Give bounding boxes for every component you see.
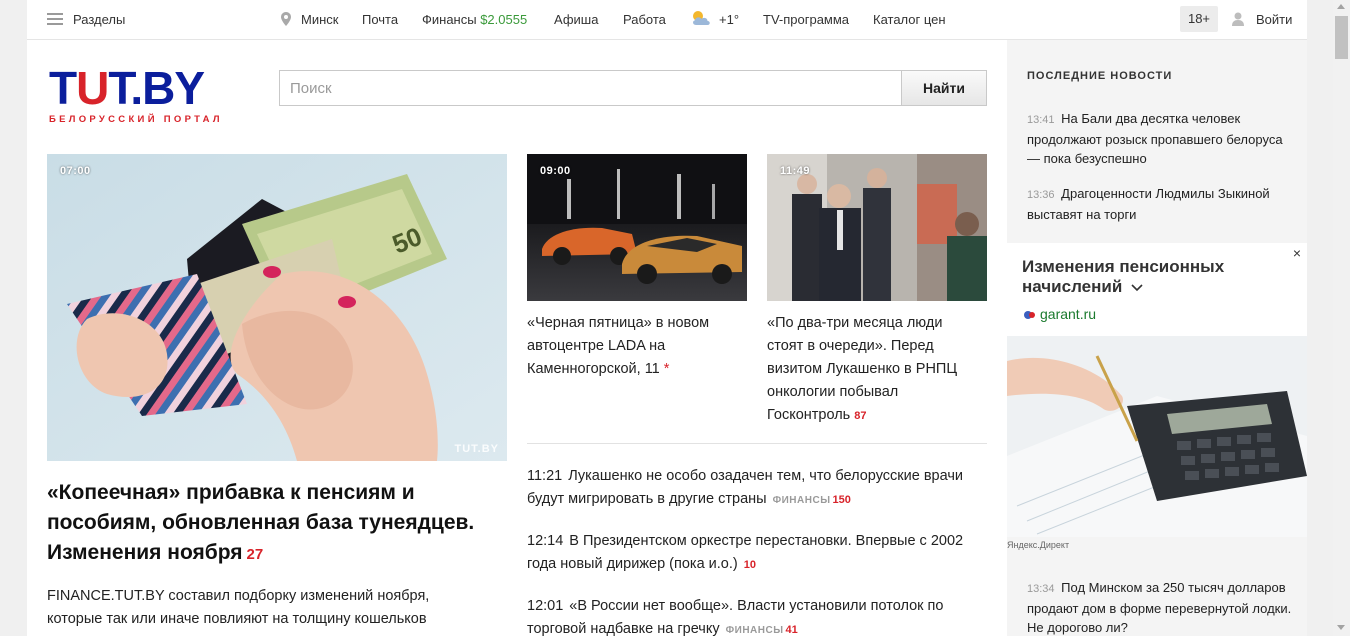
finance-rate: $2.0555 (480, 12, 528, 27)
menu-icon[interactable] (47, 13, 63, 25)
search-bar: Найти (279, 70, 987, 106)
news-list: 11:21 Лукашенко не особо озадачен тем, чт… (527, 465, 987, 636)
main-story-lead: FINANCE.TUT.BY составил подборку изменен… (47, 588, 430, 627)
news-time: 13:41 (1027, 114, 1055, 126)
finance-link[interactable]: Финансы $2.0555 (422, 12, 527, 27)
news-time: 13:36 (1027, 189, 1055, 201)
sidebar-news-item[interactable]: 13:36 Драгоценности Людмилы Зыкиной выст… (1027, 184, 1292, 224)
scroll-up-arrow-icon[interactable] (1337, 4, 1345, 9)
news-time: 12:14 (527, 533, 564, 549)
list-item[interactable]: 12:14 В Президентском оркестре перестанов… (527, 530, 987, 577)
sections-link[interactable]: Разделы (73, 12, 125, 27)
calculator-photo (1007, 336, 1307, 537)
scrollbar[interactable] (1333, 0, 1350, 636)
ad-site-link[interactable]: garant.ru (1023, 306, 1096, 322)
news-time: 11:21 (527, 468, 563, 484)
comments-count[interactable]: 150 (832, 494, 850, 506)
card-title-lukashenko[interactable]: «По два-три месяца люди стоят в очереди»… (767, 312, 982, 428)
card-image-lukashenko[interactable]: 11:49 (767, 154, 987, 301)
comments-count[interactable]: 41 (786, 624, 798, 636)
news-time: 12:01 (527, 598, 564, 614)
prices-link[interactable]: Каталог цен (873, 12, 946, 27)
sidebar-news-item[interactable]: 13:34 Под Минском за 250 тысяч долларов … (1027, 578, 1292, 636)
sidebar-heading: ПОСЛЕДНИЕ НОВОСТИ (1027, 70, 1173, 82)
card-image-lada[interactable]: 09:00 (527, 154, 747, 301)
wallet-money-photo: 50 (47, 154, 507, 461)
weather-cloud-sun-icon (693, 11, 710, 25)
main-story-image[interactable]: 50 07:00 TUT.BY (47, 154, 507, 461)
scrollbar-thumb[interactable] (1335, 16, 1348, 59)
scroll-down-arrow-icon[interactable] (1337, 625, 1345, 630)
search-input[interactable] (279, 70, 901, 106)
comments-count[interactable]: 10 (744, 559, 756, 571)
tv-link[interactable]: TV-программа (763, 12, 849, 27)
promo-mark: * (663, 361, 670, 377)
chevron-down-icon (1131, 284, 1143, 292)
user-icon[interactable] (1232, 12, 1244, 26)
news-text: Лукашенко не особо озадачен тем, что бел… (527, 468, 963, 507)
card-time: 09:00 (540, 165, 571, 177)
list-item[interactable]: 12:01 «В России нет вообще». Власти устан… (527, 595, 987, 636)
list-item[interactable]: 11:21 Лукашенко не особо озадачен тем, чт… (527, 465, 987, 512)
city-link[interactable]: Минск (301, 12, 338, 27)
news-time: 13:34 (1027, 583, 1055, 595)
ad-image[interactable] (1007, 336, 1307, 537)
comments-count[interactable]: 87 (854, 410, 866, 422)
logo-tagline: БЕЛОРУССКИЙ ПОРТАЛ (49, 114, 223, 125)
sidebar-news-item[interactable]: 13:41 На Бали два десятка человек продол… (1027, 109, 1292, 168)
news-category[interactable]: ФИНАНСЫ (726, 625, 784, 636)
card-time: 11:49 (780, 165, 811, 177)
favicon-icon (1024, 311, 1035, 320)
login-link[interactable]: Войти (1256, 12, 1292, 27)
divider (527, 443, 987, 444)
finance-label: Финансы (422, 12, 477, 27)
mail-link[interactable]: Почта (362, 12, 398, 27)
location-pin-icon (281, 12, 291, 26)
photo-watermark: TUT.BY (454, 443, 499, 455)
news-category[interactable]: ФИНАНСЫ (773, 495, 831, 506)
latest-news-sidebar: ПОСЛЕДНИЕ НОВОСТИ 13:41 На Бали два деся… (1007, 40, 1307, 636)
weather-temperature[interactable]: +1° (719, 12, 739, 27)
comments-count[interactable]: 27 (247, 546, 264, 563)
afisha-link[interactable]: Афиша (554, 12, 598, 27)
jobs-link[interactable]: Работа (623, 12, 666, 27)
search-button[interactable]: Найти (901, 70, 987, 106)
main-story-time: 07:00 (60, 165, 91, 177)
main-story-title[interactable]: «Копеечная» прибавка к пенсиям и пособия… (47, 478, 477, 570)
ad-block[interactable]: × Изменения пенсионных начислений garant… (1007, 243, 1307, 537)
ad-title[interactable]: Изменения пенсионных начислений (1022, 257, 1282, 297)
site-logo[interactable]: TUT.BY БЕЛОРУССКИЙ ПОРТАЛ (49, 62, 259, 125)
close-icon[interactable]: × (1293, 245, 1301, 261)
age-rating-badge: 18+ (1180, 6, 1218, 32)
ad-label: Яндекс.Директ (1007, 540, 1070, 550)
page: Разделы Минск Почта Финансы $2.0555 Афиш… (27, 0, 1307, 636)
card-title-lada[interactable]: «Черная пятница» в новом автоцентре LADA… (527, 312, 742, 381)
top-navigation: Разделы Минск Почта Финансы $2.0555 Афиш… (27, 0, 1307, 40)
logo-wordmark: TUT.BY (49, 62, 205, 114)
